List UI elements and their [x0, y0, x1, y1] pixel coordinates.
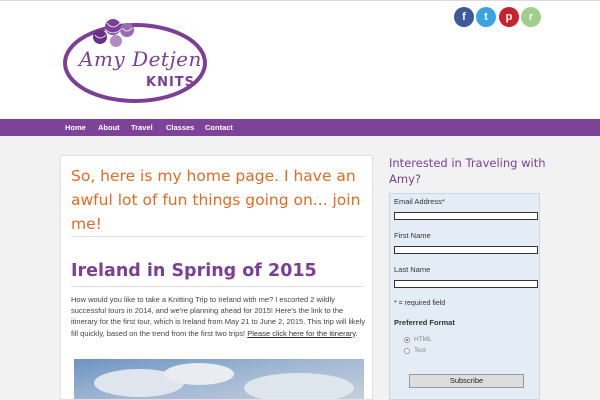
nav-item-about[interactable]: About: [98, 119, 120, 136]
logo-subtitle: KNITS: [146, 75, 196, 90]
radio-text-label: Text: [414, 347, 426, 354]
intro-heading: So, here is my home page. I have an awfu…: [71, 167, 361, 233]
email-label: Email Address*: [394, 197, 445, 206]
main-nav: Home About Travel Classes Contact: [0, 119, 600, 136]
required-note: * = required field: [394, 300, 446, 307]
radio-html[interactable]: [404, 337, 410, 343]
twitter-icon[interactable]: t: [476, 7, 496, 27]
site-header: Amy Detjen KNITS f t p r: [0, 0, 600, 119]
nav-item-home[interactable]: Home: [65, 119, 86, 136]
site-logo[interactable]: Amy Detjen KNITS: [60, 1, 210, 113]
facebook-icon[interactable]: f: [454, 7, 474, 27]
subscribe-button[interactable]: Subscribe: [409, 374, 524, 388]
post-title[interactable]: Ireland in Spring of 2015: [71, 261, 317, 281]
radio-html-label: HTML: [414, 336, 432, 343]
sidebar-title: Interested in Traveling with Amy?: [389, 156, 546, 186]
nav-item-travel[interactable]: Travel: [131, 119, 153, 136]
pinterest-icon[interactable]: p: [499, 7, 519, 27]
post-body: How would you like to take a Knitting Tr…: [71, 294, 367, 339]
last-name-field[interactable]: [394, 280, 538, 288]
post-period: .: [355, 328, 358, 338]
format-label: Preferred Format: [394, 318, 455, 327]
nav-item-classes[interactable]: Classes: [166, 119, 194, 136]
divider: [71, 286, 365, 287]
radio-text[interactable]: [404, 348, 410, 354]
ravelry-icon[interactable]: r: [521, 7, 541, 27]
first-name-label: First Name: [394, 231, 431, 240]
logo-name: Amy Detjen: [79, 47, 202, 71]
first-name-field[interactable]: [394, 246, 538, 254]
divider: [71, 236, 365, 237]
nav-item-contact[interactable]: Contact: [205, 119, 233, 136]
signup-form: Email Address* First Name Last Name * = …: [389, 193, 540, 400]
post-photo: [74, 359, 364, 399]
last-name-label: Last Name: [394, 265, 431, 274]
email-field[interactable]: [394, 212, 538, 220]
main-content: So, here is my home page. I have an awfu…: [60, 155, 373, 400]
itinerary-link[interactable]: Please click here for the itinerary: [247, 329, 355, 338]
